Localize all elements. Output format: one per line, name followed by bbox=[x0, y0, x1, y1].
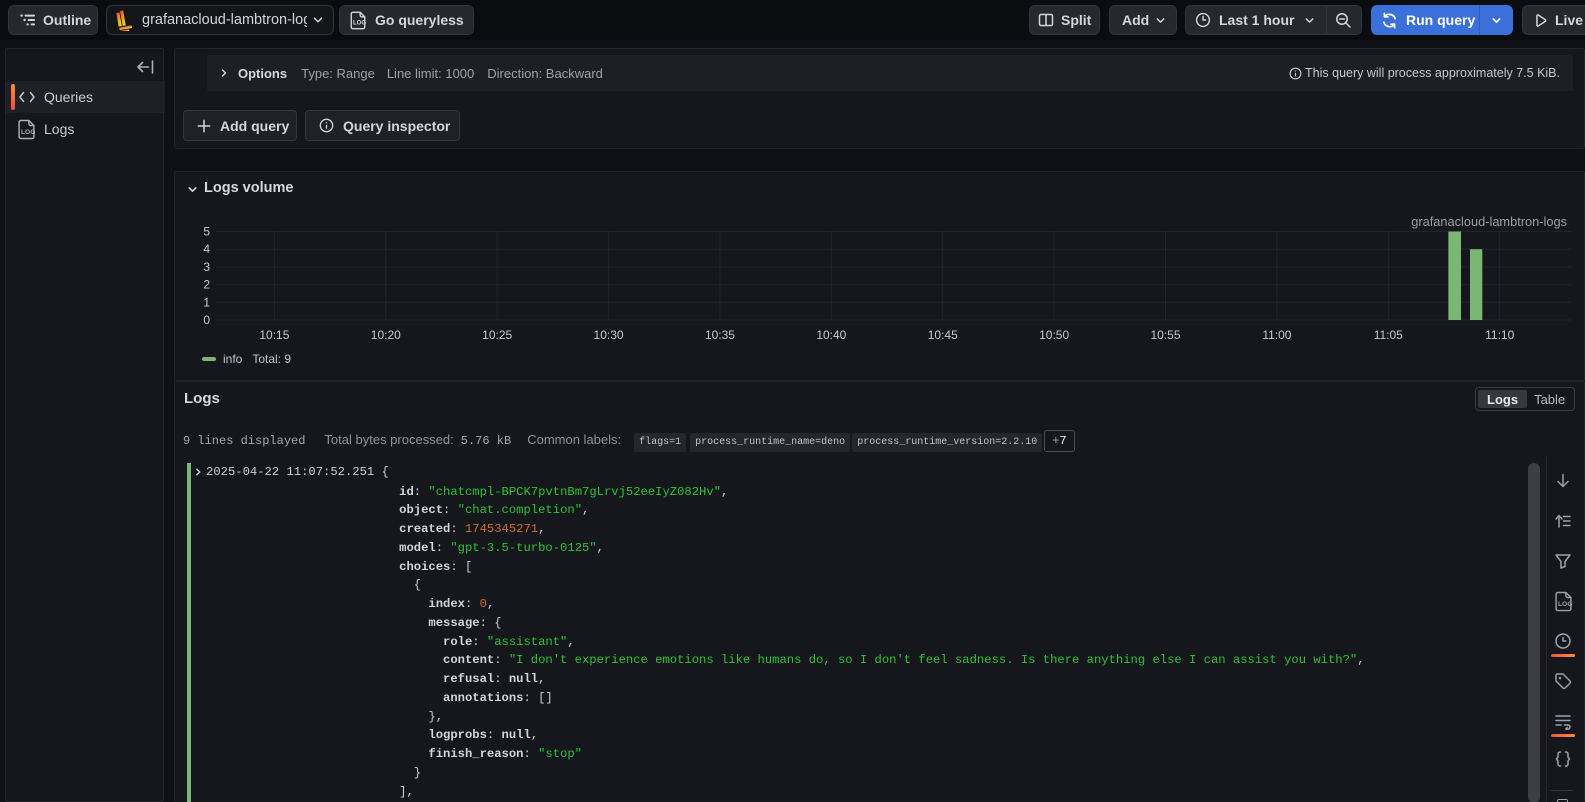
svg-text:10:20: 10:20 bbox=[371, 328, 401, 342]
svg-text:10:35: 10:35 bbox=[705, 328, 735, 342]
svg-text:11:05: 11:05 bbox=[1374, 328, 1403, 342]
svg-text:11:10: 11:10 bbox=[1485, 328, 1514, 342]
svg-text:10:25: 10:25 bbox=[482, 328, 512, 342]
svg-text:LOG: LOG bbox=[353, 20, 366, 26]
svg-text:10:30: 10:30 bbox=[594, 328, 624, 342]
svg-text:3: 3 bbox=[203, 260, 210, 274]
svg-text:2: 2 bbox=[203, 278, 210, 292]
svg-text:10:15: 10:15 bbox=[259, 328, 289, 342]
svg-text:5: 5 bbox=[203, 225, 210, 239]
svg-text:4: 4 bbox=[203, 242, 210, 256]
svg-text:0: 0 bbox=[203, 313, 210, 327]
svg-text:11:00: 11:00 bbox=[1262, 328, 1291, 342]
svg-text:LOG: LOG bbox=[1558, 601, 1572, 608]
svg-text:10:40: 10:40 bbox=[816, 328, 846, 342]
svg-text:10:50: 10:50 bbox=[1039, 328, 1069, 342]
svg-text:10:45: 10:45 bbox=[928, 328, 958, 342]
svg-text:10:55: 10:55 bbox=[1151, 328, 1181, 342]
svg-text:1: 1 bbox=[203, 295, 210, 309]
svg-text:LOG: LOG bbox=[21, 129, 35, 136]
